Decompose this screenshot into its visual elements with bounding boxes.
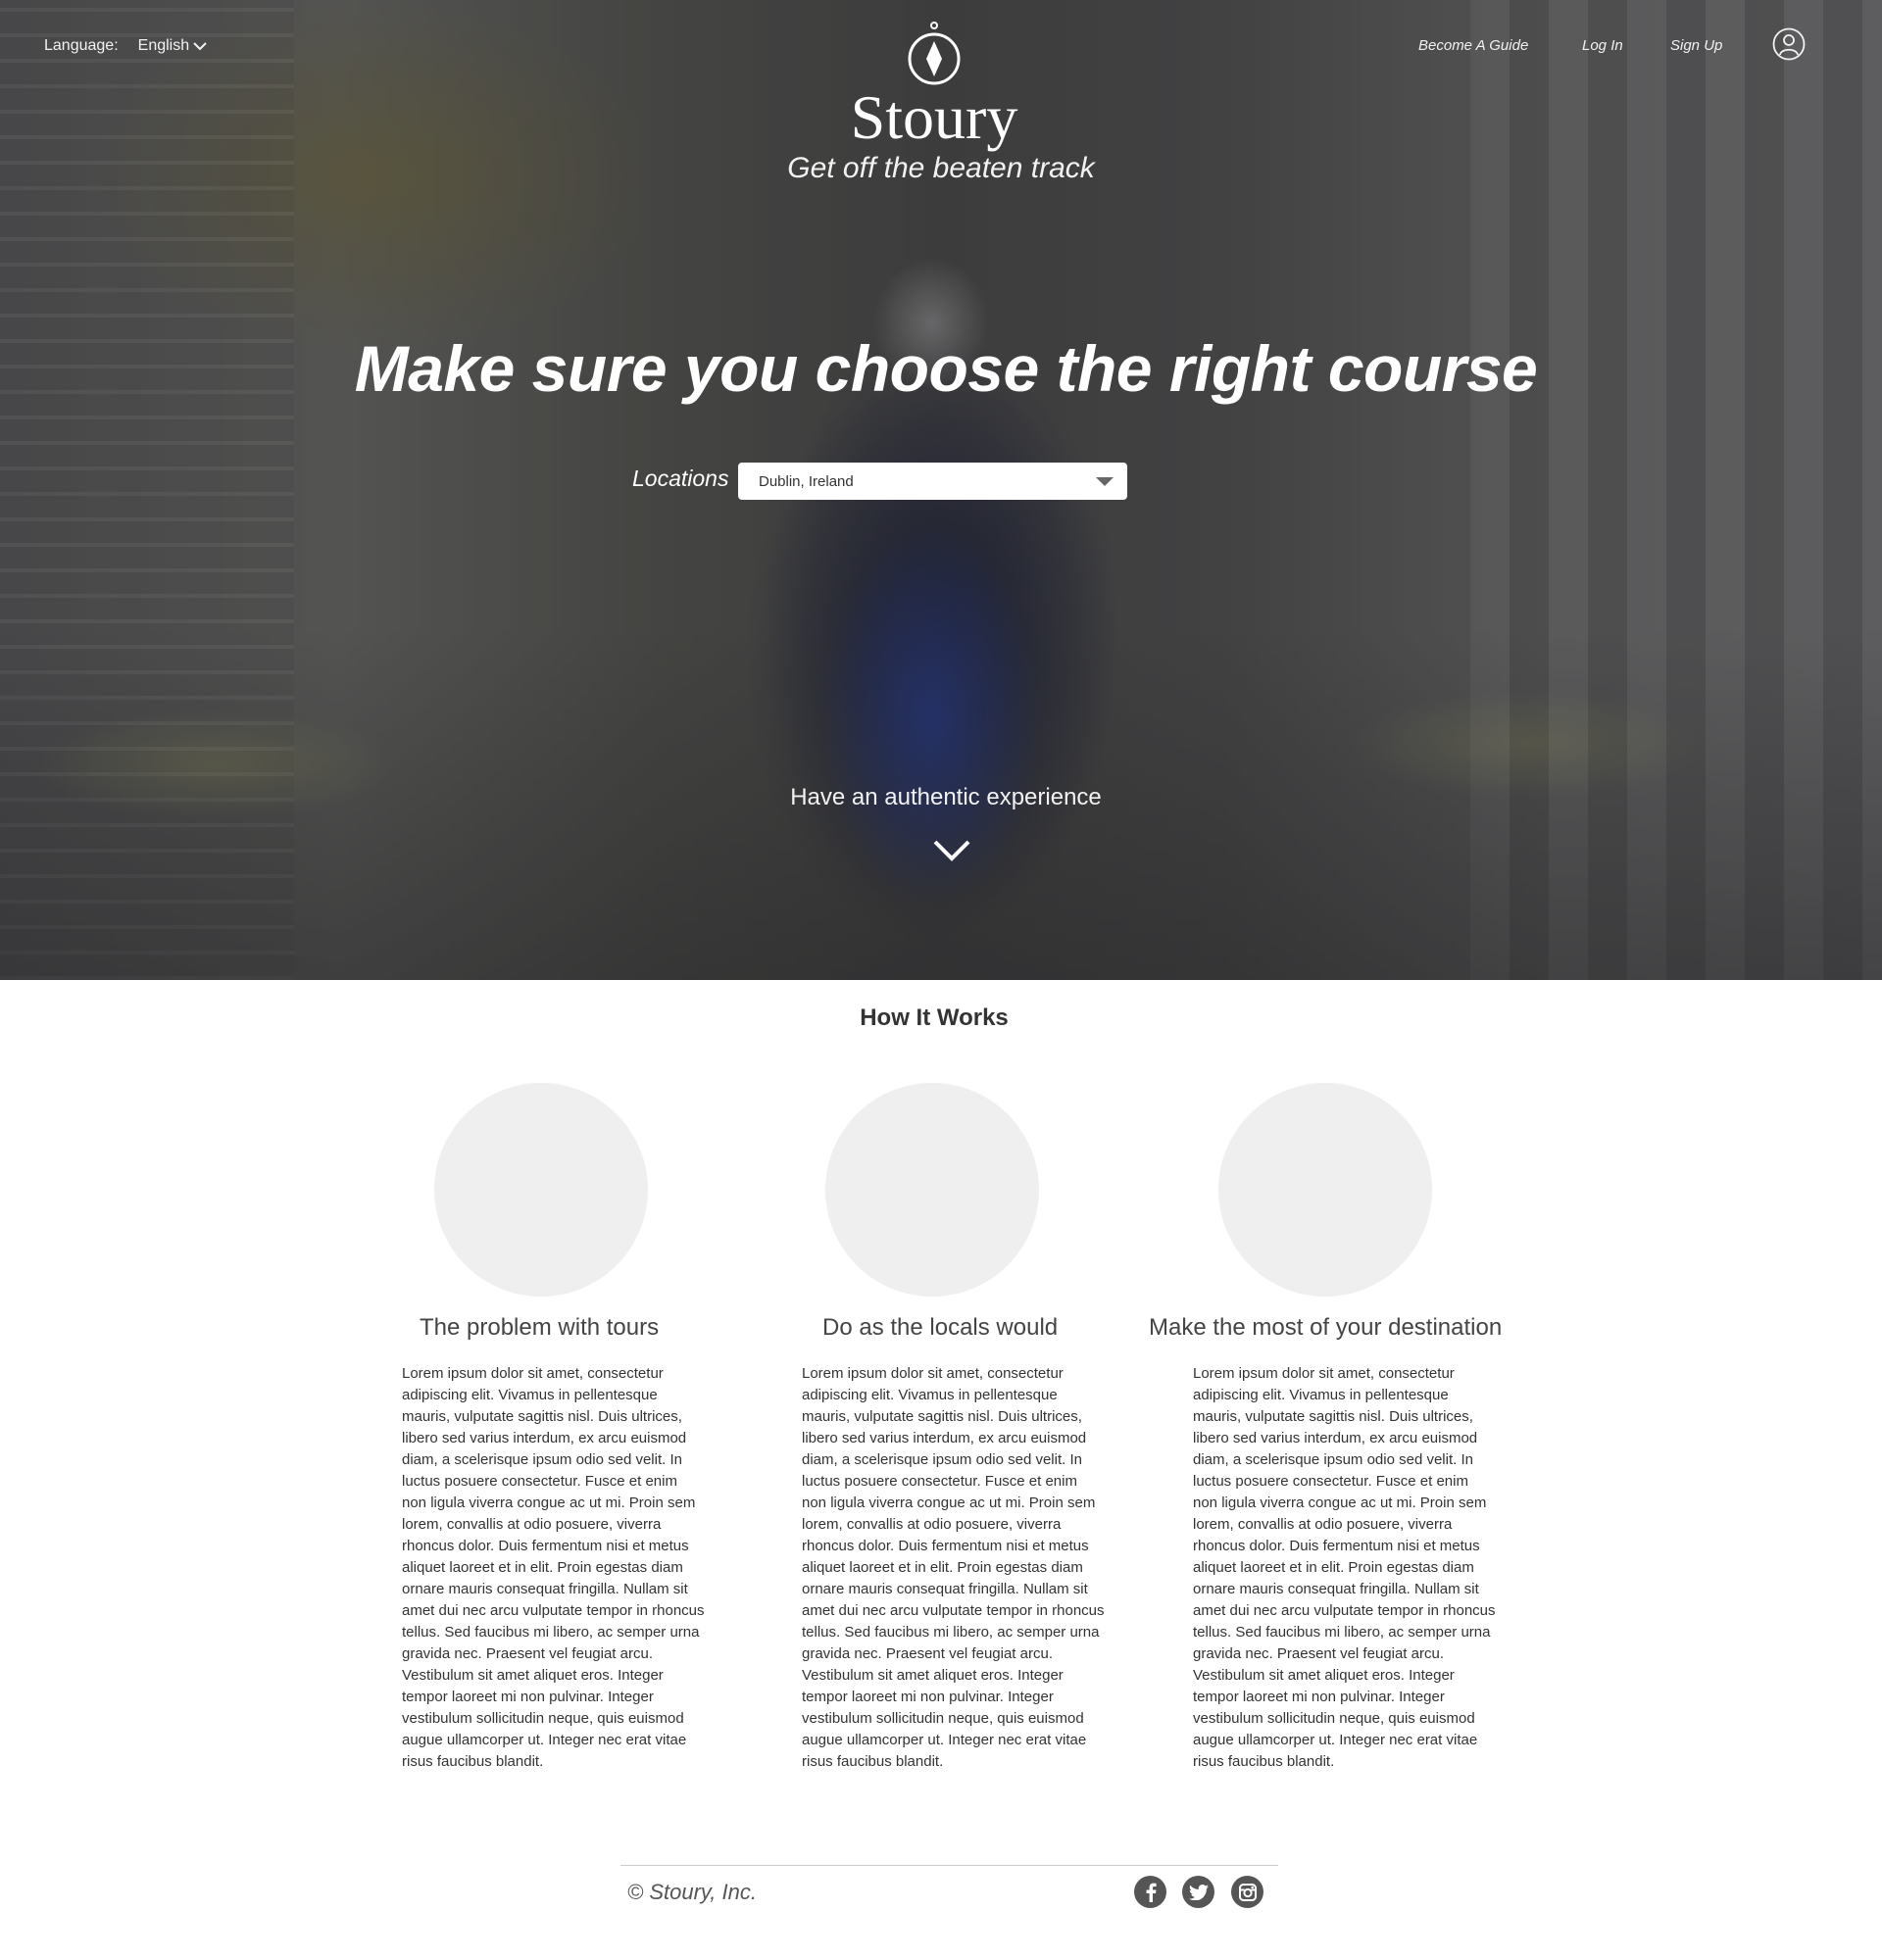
- how-it-works-title: How It Works: [860, 1004, 1009, 1031]
- nav-log-in-link[interactable]: Log In: [1582, 37, 1623, 54]
- feature-title: Make the most of your destination: [1149, 1314, 1503, 1341]
- tagline: Get off the beaten track: [787, 152, 1095, 184]
- nav-sign-up-link[interactable]: Sign Up: [1670, 37, 1722, 54]
- compass-logo-icon: [908, 22, 961, 85]
- hero-subheading: Have an authentic experience: [790, 784, 1102, 810]
- feature-body: Lorem ipsum dolor sit amet, consectetur …: [1193, 1365, 1496, 1770]
- feature-title: The problem with tours: [420, 1314, 660, 1341]
- caret-down-icon: [1096, 477, 1114, 486]
- user-account-icon[interactable]: [1772, 27, 1806, 61]
- hero-section: Language: English Stoury Get off the bea…: [0, 0, 1882, 980]
- footer-copyright: © Stoury, Inc.: [627, 1880, 757, 1904]
- location-value: Dublin, Ireland: [759, 472, 854, 490]
- feature-image-placeholder: [434, 1083, 648, 1297]
- language-label: Language:: [44, 37, 119, 54]
- feature-title: Do as the locals would: [822, 1314, 1059, 1341]
- language-dropdown[interactable]: English: [138, 37, 207, 55]
- feature-image-placeholder: [1218, 1083, 1432, 1297]
- brand-name: Stoury: [850, 82, 1018, 152]
- brand-logo[interactable]: Stoury: [841, 22, 1027, 149]
- instagram-icon[interactable]: [1231, 1876, 1263, 1908]
- hero-headline: Make sure you choose the right course: [354, 332, 1538, 405]
- locations-label: Locations: [632, 466, 729, 491]
- footer-divider: [620, 1865, 1278, 1866]
- feature-body: Lorem ipsum dolor sit amet, consectetur …: [802, 1365, 1105, 1770]
- feature-body: Lorem ipsum dolor sit amet, consectetur …: [402, 1365, 705, 1770]
- scroll-down-chevron-icon[interactable]: [932, 838, 971, 863]
- language-value: English: [137, 37, 190, 54]
- feature-image-placeholder: [825, 1083, 1039, 1297]
- location-dropdown[interactable]: Dublin, Ireland: [738, 463, 1127, 500]
- facebook-icon[interactable]: [1134, 1876, 1166, 1908]
- chevron-down-icon: [193, 42, 207, 51]
- nav-become-guide-link[interactable]: Become A Guide: [1418, 37, 1528, 54]
- twitter-icon[interactable]: [1182, 1876, 1214, 1908]
- language-selector-group: Language: English: [44, 37, 207, 55]
